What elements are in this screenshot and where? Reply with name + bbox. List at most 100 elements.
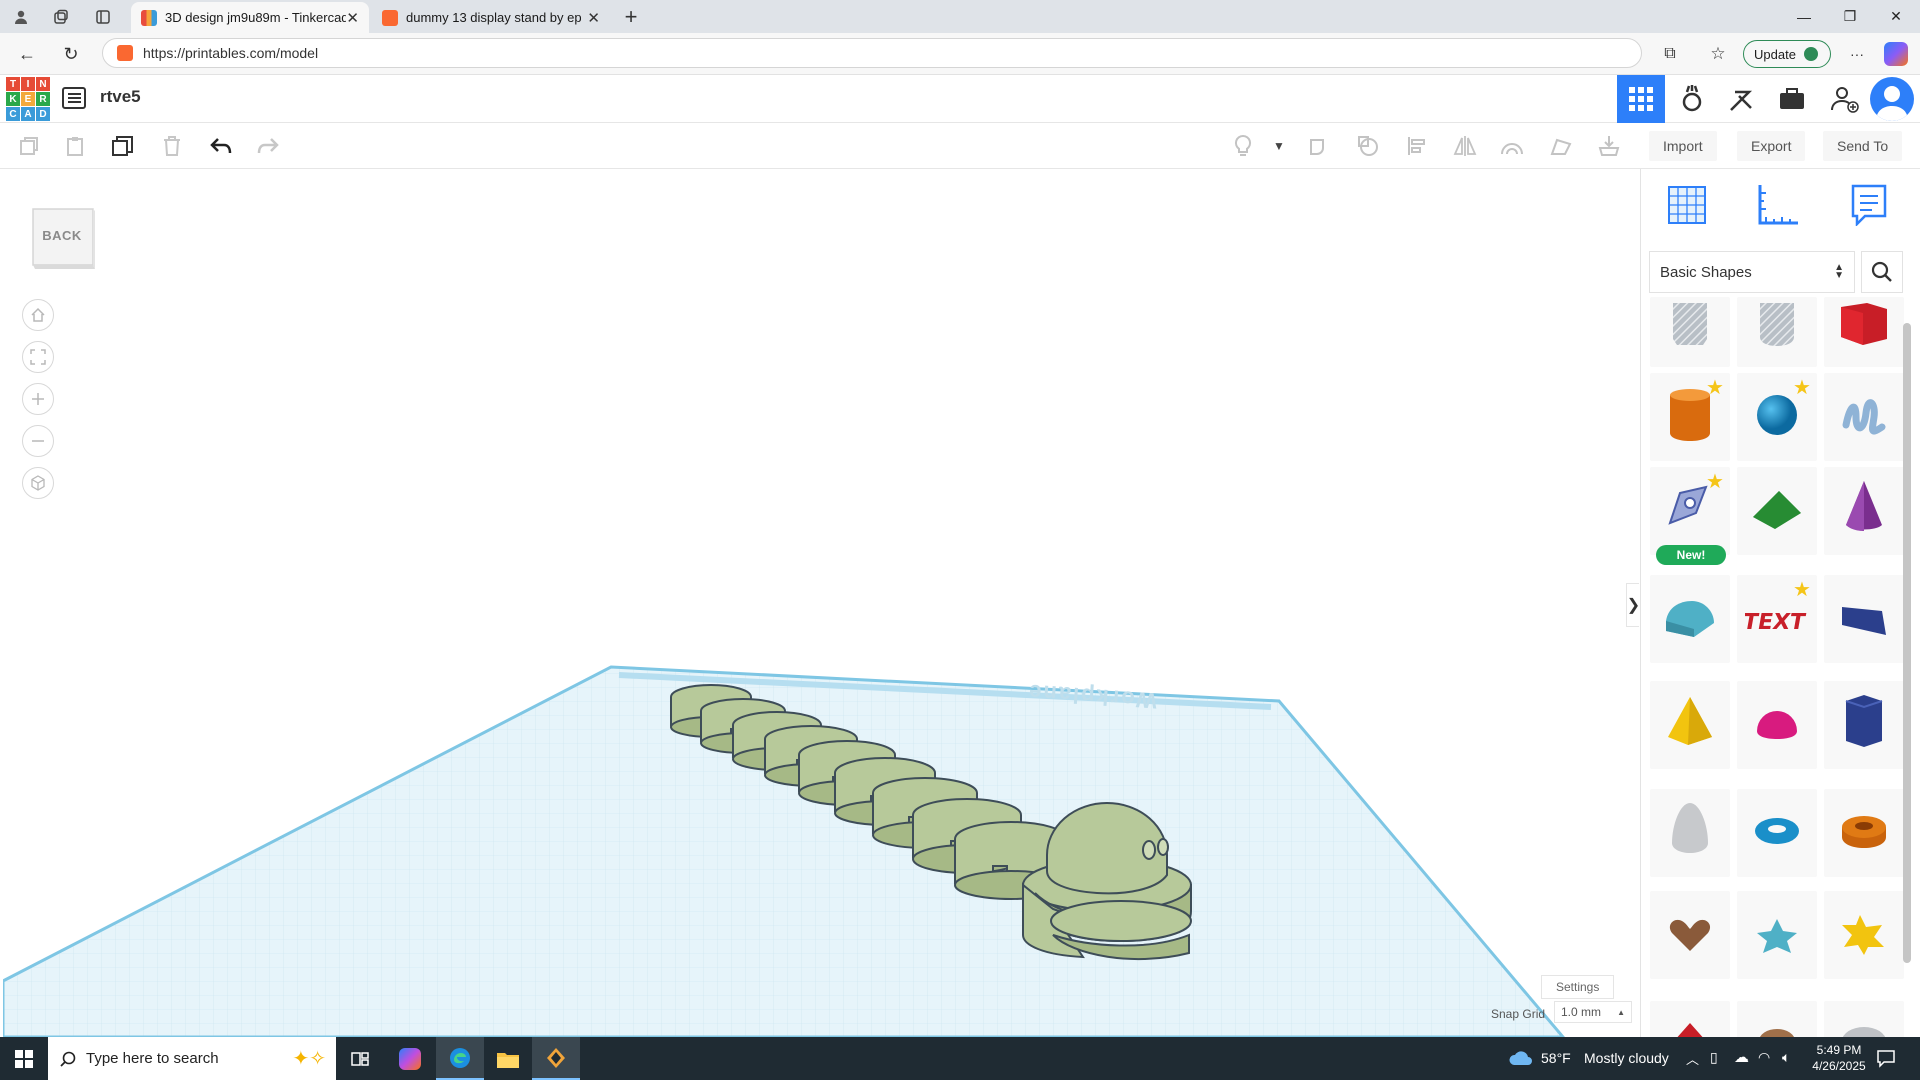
add-user-icon[interactable]: [1820, 75, 1868, 123]
shape-heart[interactable]: [1650, 891, 1730, 979]
shape-roof[interactable]: [1737, 467, 1817, 555]
wifi-icon[interactable]: ◠: [1758, 1049, 1770, 1066]
back-arrow-icon[interactable]: ←: [12, 40, 42, 68]
close-window-button[interactable]: ✕: [1873, 0, 1919, 33]
shape-torus[interactable]: [1737, 789, 1817, 877]
ruler-drop-icon[interactable]: [1594, 131, 1624, 161]
shape-partial[interactable]: [1737, 1001, 1817, 1037]
copilot-icon[interactable]: [1884, 42, 1908, 66]
search-icon[interactable]: [1861, 251, 1903, 293]
shape-partial[interactable]: [1824, 1001, 1904, 1037]
search-placeholder: Type here to search: [86, 1050, 219, 1067]
shape-cone[interactable]: [1824, 467, 1904, 555]
light-dropdown-icon[interactable]: ▼: [1264, 131, 1294, 161]
taskbar-search-box[interactable]: Type here to search ✦✧: [48, 1037, 336, 1080]
duplicate-icon[interactable]: [108, 131, 138, 161]
favorites-icon[interactable]: ☆: [1703, 40, 1733, 68]
send-to-button[interactable]: Send To: [1823, 131, 1903, 161]
shape-box-hole[interactable]: [1650, 297, 1730, 367]
shape-partial[interactable]: [1650, 1001, 1730, 1037]
blocks-icon[interactable]: [1668, 75, 1716, 123]
snake-model[interactable]: [663, 665, 1223, 985]
design-name[interactable]: rtve5: [100, 87, 141, 107]
sim-lab-icon[interactable]: [1768, 75, 1816, 123]
new-tab-button[interactable]: +: [618, 4, 644, 30]
shape-generator[interactable]: ★ New!: [1650, 467, 1730, 565]
onedrive-icon[interactable]: ☁: [1734, 1048, 1749, 1066]
cloudy-weather-icon[interactable]: [1508, 1047, 1534, 1069]
app-taskbar-icon[interactable]: [532, 1037, 580, 1080]
paste-icon[interactable]: [60, 131, 90, 161]
refresh-icon[interactable]: ↻: [56, 40, 86, 68]
tab-printables[interactable]: dummy 13 display stand by epic … ✕: [372, 2, 610, 33]
copy-icon[interactable]: [14, 131, 44, 161]
extensions-icon[interactable]: ⧉: [1655, 40, 1685, 68]
delete-icon[interactable]: [157, 131, 187, 161]
file-explorer-icon[interactable]: [484, 1037, 532, 1080]
ungroup-icon[interactable]: [1353, 131, 1383, 161]
export-button[interactable]: Export: [1737, 131, 1806, 161]
design-list-icon[interactable]: [62, 87, 86, 109]
device-icon[interactable]: ▯: [1710, 1049, 1718, 1066]
snap-grid-select[interactable]: 1.0 mm ▲: [1554, 1001, 1632, 1023]
bricks-icon[interactable]: [1718, 75, 1766, 123]
tab-actions-icon[interactable]: [90, 6, 116, 28]
avatar[interactable]: [1870, 77, 1914, 121]
shape-round-roof[interactable]: [1650, 575, 1730, 663]
shape-polygon[interactable]: [1824, 681, 1904, 769]
volume-icon[interactable]: 🔈︎: [1782, 1049, 1790, 1066]
group-icon[interactable]: [1304, 131, 1334, 161]
clock[interactable]: 5:49 PM 4/26/2025: [1806, 1042, 1872, 1074]
3d-design-view-icon[interactable]: [1617, 75, 1665, 123]
shape-category-select[interactable]: Basic Shapes ▲ ▼: [1649, 251, 1855, 293]
import-button[interactable]: Import: [1649, 131, 1717, 161]
tinkercad-logo[interactable]: T I N K E R C A D: [6, 77, 50, 121]
settings-button[interactable]: Settings: [1541, 975, 1615, 999]
shape-wedge[interactable]: [1824, 575, 1904, 663]
ruler-tool-icon[interactable]: [1756, 183, 1800, 227]
redo-icon[interactable]: [253, 131, 283, 161]
restore-button[interactable]: ❐: [1827, 0, 1873, 33]
workspaces-icon[interactable]: [48, 6, 74, 28]
shape-pyramid[interactable]: [1650, 681, 1730, 769]
shape-star-six[interactable]: [1824, 891, 1904, 979]
notes-icon[interactable]: [1546, 131, 1576, 161]
favorite-star-icon: ★: [1793, 579, 1811, 601]
shape-sphere[interactable]: ★: [1737, 373, 1817, 461]
shape-cylinder[interactable]: ★: [1650, 373, 1730, 461]
shape-paraboloid[interactable]: [1650, 789, 1730, 877]
cruise-icon[interactable]: [1497, 131, 1527, 161]
edge-taskbar-icon[interactable]: [436, 1037, 484, 1080]
panel-scrollbar[interactable]: [1903, 323, 1911, 963]
mirror-icon[interactable]: [1450, 131, 1480, 161]
chevron-up-icon[interactable]: ︿: [1686, 1049, 1699, 1068]
shape-star[interactable]: [1737, 891, 1817, 979]
shape-cylinder-hole[interactable]: [1737, 297, 1817, 367]
weather-desc[interactable]: Mostly cloudy: [1584, 1050, 1669, 1066]
undo-icon[interactable]: [206, 131, 236, 161]
shape-box[interactable]: [1824, 297, 1904, 367]
panel-collapse-icon[interactable]: ❯: [1626, 583, 1639, 627]
profile-icon[interactable]: [8, 6, 34, 28]
close-tab-icon[interactable]: ✕: [587, 9, 600, 27]
shape-text[interactable]: TEXT ★: [1737, 575, 1817, 663]
tab-tinkercad[interactable]: 3D design jm9u89m - Tinkercad ✕: [131, 2, 369, 33]
update-button[interactable]: Update: [1743, 40, 1831, 68]
align-icon[interactable]: [1402, 131, 1432, 161]
url-field[interactable]: https://printables.com/model: [102, 38, 1642, 68]
shape-half-sphere[interactable]: [1737, 681, 1817, 769]
notes-tool-icon[interactable]: [1847, 183, 1891, 227]
shape-scribble[interactable]: [1824, 373, 1904, 461]
task-view-icon[interactable]: [336, 1037, 384, 1080]
minimize-button[interactable]: —: [1781, 0, 1827, 33]
copilot-taskbar-icon[interactable]: [386, 1037, 434, 1080]
workplane-tool-icon[interactable]: [1665, 183, 1709, 227]
weather-temp[interactable]: 58°F: [1541, 1050, 1571, 1066]
notifications-icon[interactable]: [1876, 1048, 1896, 1068]
light-bulb-icon[interactable]: [1228, 131, 1258, 161]
close-tab-icon[interactable]: ✕: [346, 9, 359, 27]
shape-tube[interactable]: [1824, 789, 1904, 877]
3d-viewport[interactable]: BACK Workplane Settings Snap Grid 1.0 mm…: [3, 169, 1639, 1037]
start-button-icon[interactable]: [0, 1037, 48, 1080]
more-menu-icon[interactable]: ···: [1842, 40, 1872, 68]
